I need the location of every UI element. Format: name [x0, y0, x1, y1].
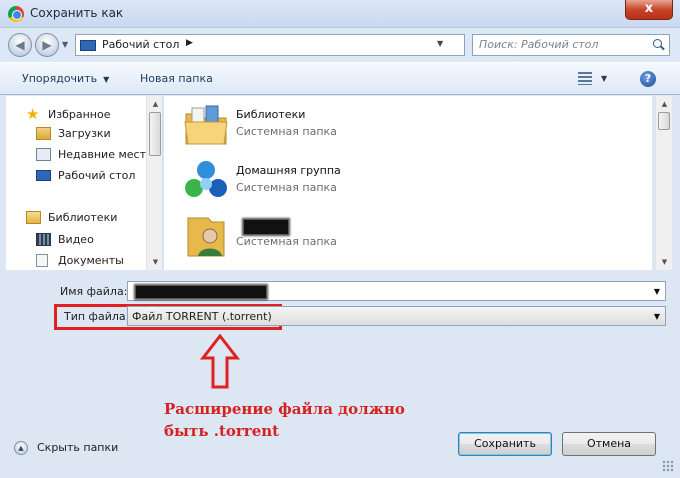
sidebar-item-label: Рабочий стол: [58, 169, 136, 182]
hide-folders-label: Скрыть папки: [37, 441, 119, 454]
scroll-up-icon[interactable]: ▲: [147, 96, 162, 112]
chevron-down-icon[interactable]: ▼: [654, 312, 660, 321]
filetype-label: Тип файла:: [64, 310, 130, 323]
organize-label: Упорядочить: [22, 72, 98, 85]
recent-pages-chevron-down-icon[interactable]: ▼: [62, 40, 68, 49]
navigation-scrollbar[interactable]: ▲ ▼: [146, 96, 162, 270]
sidebar-item-label: Видео: [58, 233, 94, 246]
chevron-down-icon: ▼: [103, 75, 110, 84]
help-icon[interactable]: ?: [640, 71, 656, 87]
redacted-filename: [136, 286, 266, 298]
filetype-select[interactable]: Файл TORRENT (.torrent) ▼: [127, 306, 666, 326]
search-input[interactable]: Поиск: Рабочий стол: [472, 34, 670, 56]
filename-field[interactable]: ▼: [127, 281, 666, 301]
view-chevron-down-icon[interactable]: ▼: [601, 74, 607, 83]
documents-icon: [36, 254, 48, 267]
address-dropdown-icon[interactable]: ▼: [437, 39, 443, 48]
save-button[interactable]: Сохранить: [458, 432, 552, 456]
toolbar: Упорядочить ▼ Новая папка ▼ ?: [0, 62, 680, 95]
filename-label: Имя файла:: [60, 285, 128, 298]
navigation-pane: ★ Избранное Загрузки Недавние места Рабо…: [6, 96, 163, 270]
file-list-scrollbar[interactable]: ▲ ▼: [655, 96, 672, 270]
sidebar-item-label: Избранное: [48, 108, 111, 121]
libraries-folder-icon: [184, 105, 228, 145]
chevron-down-icon[interactable]: ▼: [654, 287, 660, 296]
scroll-down-icon[interactable]: ▼: [656, 254, 673, 270]
close-button[interactable]: x: [625, 0, 673, 20]
annotation-note: Расширение файла должно быть .torrent: [164, 398, 414, 442]
breadcrumb-desktop[interactable]: Рабочий стол: [102, 38, 179, 51]
title-bar: Сохранить как x: [0, 0, 680, 28]
search-placeholder: Поиск: Рабочий стол: [479, 38, 599, 51]
new-folder-button[interactable]: Новая папка: [140, 72, 213, 85]
annotation-line-2: быть .torrent: [164, 422, 280, 440]
sidebar-item-label: Загрузки: [58, 127, 111, 140]
cancel-button[interactable]: Отмена: [562, 432, 656, 456]
file-type: Системная папка: [236, 181, 337, 194]
star-icon: ★: [26, 105, 40, 123]
organize-button[interactable]: Упорядочить ▼: [22, 72, 109, 85]
back-button[interactable]: ◀: [8, 33, 32, 57]
search-icon[interactable]: [653, 39, 662, 48]
filetype-value: Файл TORRENT (.torrent): [132, 310, 272, 323]
downloads-icon: [36, 127, 51, 140]
sidebar-item-label: Недавние места: [58, 148, 153, 161]
window-title: Сохранить как: [30, 6, 124, 20]
scroll-thumb[interactable]: [658, 112, 670, 130]
file-list: Библиотеки Системная папка Домашняя груп…: [164, 96, 652, 270]
file-type: Системная папка: [236, 125, 337, 138]
forward-button[interactable]: ▶: [35, 33, 59, 57]
user-folder-icon: [187, 217, 225, 257]
recent-places-icon: [36, 148, 51, 161]
chevron-up-icon: ▲: [14, 441, 28, 455]
view-options-icon[interactable]: [578, 72, 592, 85]
libraries-icon: [26, 211, 41, 224]
scroll-up-icon[interactable]: ▲: [656, 96, 673, 112]
breadcrumb-arrow-icon[interactable]: ▶: [186, 38, 193, 48]
sidebar-item-label: Документы: [58, 254, 124, 267]
file-name: Библиотеки: [236, 108, 306, 121]
list-item[interactable]: Библиотеки Системная папка: [182, 102, 482, 154]
list-item[interactable]: Домашняя группа Системная папка: [182, 158, 482, 210]
homegroup-icon: [185, 161, 227, 197]
address-bar[interactable]: Рабочий стол ▶ ▼ ↻: [75, 34, 533, 57]
sidebar-item-label: Библиотеки: [48, 211, 118, 224]
resize-grip-icon[interactable]: [662, 460, 674, 472]
desktop-icon: [36, 170, 51, 181]
video-icon: [36, 233, 51, 246]
list-item[interactable]: Системная папка: [182, 212, 482, 264]
desktop-icon: [80, 40, 96, 51]
chrome-icon: [8, 6, 24, 22]
scroll-thumb[interactable]: [149, 112, 161, 156]
file-type: Системная папка: [236, 235, 337, 248]
file-name: Домашняя группа: [236, 164, 341, 177]
address-row: ◀ ▶ ▼ Рабочий стол ▶ ▼ ↻ Поиск: Рабочий …: [0, 28, 680, 62]
red-arrow-up-icon: [200, 334, 240, 389]
annotation-line-1: Расширение файла должно: [164, 400, 405, 418]
redacted-name: [244, 220, 288, 234]
scroll-down-icon[interactable]: ▼: [147, 254, 162, 270]
